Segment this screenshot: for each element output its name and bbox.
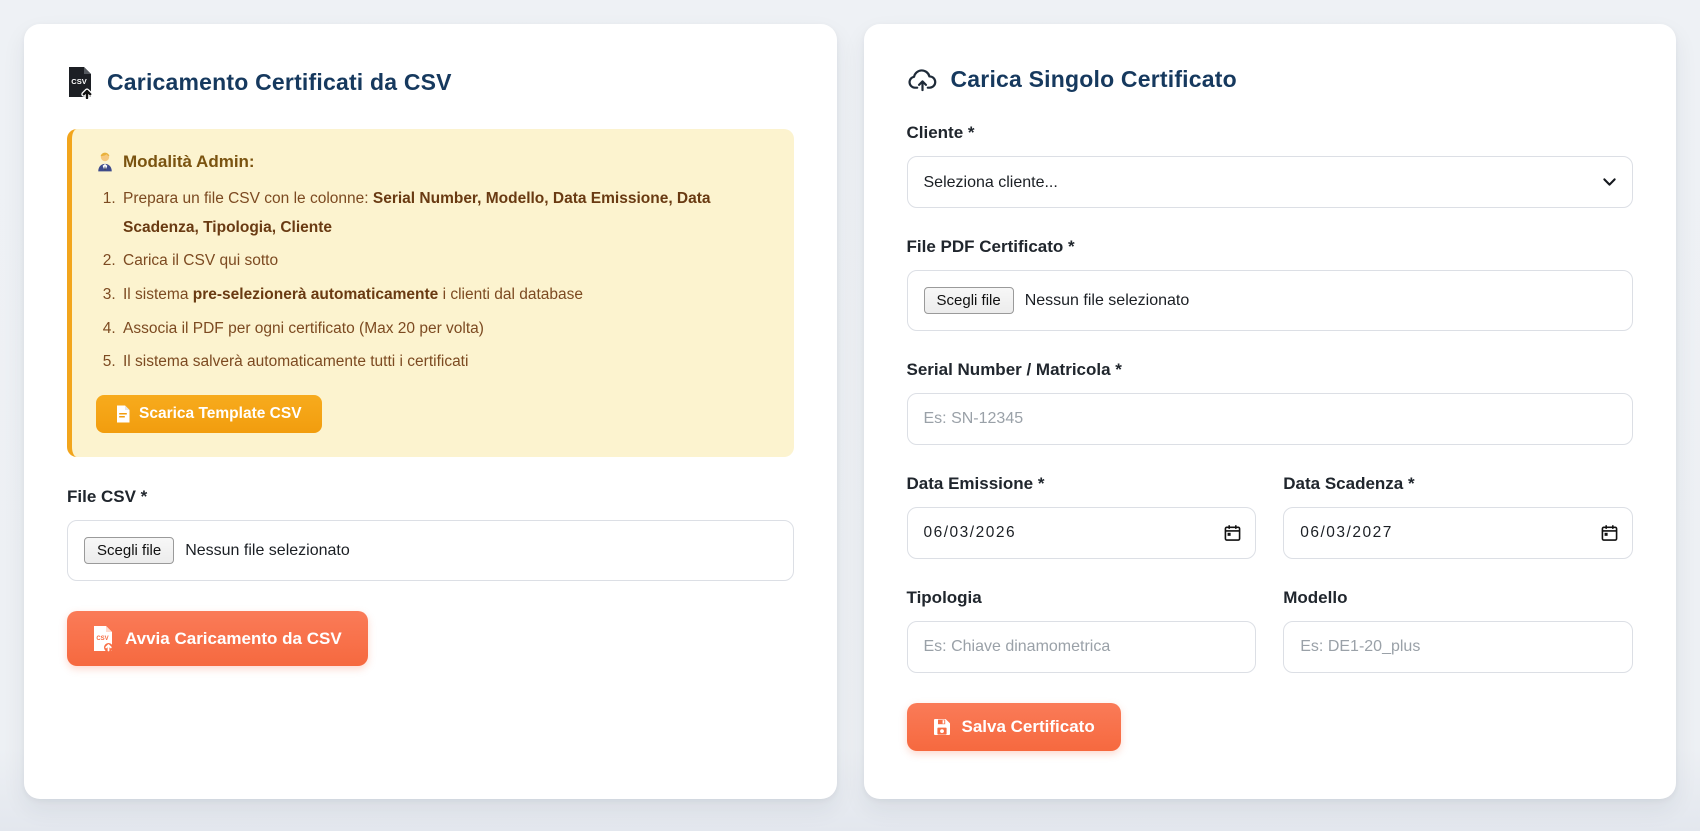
csv-file-input[interactable]: Scegli file Nessun file selezionato [67,520,794,582]
file-pdf-label: File PDF Certificato * [906,237,1075,256]
choose-file-button[interactable]: Scegli file [84,537,175,565]
data-scadenza-wrap [1283,507,1633,559]
list-item: Il sistema pre-selezionerà automaticamen… [120,281,770,310]
file-status-text: Nessun file selezionato [185,541,350,559]
data-scadenza-label: Data Scadenza * [1283,474,1415,493]
download-template-button[interactable]: Scarica Template CSV [96,395,322,434]
modello-label: Modello [1283,588,1348,607]
csv-upload-card: CSV Caricamento Certificati da CSV Modal… [24,24,837,799]
document-icon [117,405,130,423]
tipologia-input[interactable] [906,621,1257,673]
save-certificate-button[interactable]: Salva Certificato [906,703,1121,751]
data-emissione-input[interactable] [906,507,1257,559]
cliente-label: Cliente * [906,123,975,142]
csv-document-icon: CSV [94,626,113,653]
file-status-text: Nessun file selezionato [1024,291,1190,309]
cliente-select[interactable]: Seleziona cliente... [906,156,1633,208]
csv-card-title: Caricamento Certificati da CSV [107,69,452,95]
data-scadenza-input[interactable] [1283,507,1633,559]
data-emissione-wrap [906,507,1257,559]
list-item: Carica il CSV qui sotto [120,247,770,276]
serial-number-input[interactable] [906,393,1633,445]
start-csv-upload-button[interactable]: CSV Avvia Caricamento da CSV [67,611,368,667]
list-item: Il sistema salverà automaticamente tutti… [120,348,770,377]
admin-mode-info-box: Modalità Admin: Prepara un file CSV con … [67,129,794,458]
list-item: Associa il PDF per ogni certificato (Max… [120,315,770,344]
pdf-file-input[interactable]: Scegli file Nessun file selezionato [906,270,1633,331]
page-background: CSV Caricamento Certificati da CSV Modal… [0,0,1700,831]
modello-input[interactable] [1283,621,1633,673]
data-emissione-label: Data Emissione * [906,474,1045,493]
admin-mode-heading: Modalità Admin: [96,151,770,172]
list-item: Prepara un file CSV con le colonne: Seri… [120,185,770,242]
svg-text:CSV: CSV [71,77,86,86]
admin-instructions-list: Prepara un file CSV con le colonne: Seri… [96,185,770,377]
cloud-upload-icon [907,69,936,92]
start-csv-upload-label: Avvia Caricamento da CSV [125,628,342,648]
tipologia-label: Tipologia [906,588,982,607]
save-certificate-label: Salva Certificato [961,717,1095,736]
csv-card-header: CSV Caricamento Certificati da CSV [67,66,794,99]
single-certificate-card: Carica Singolo Certificato Cliente * Sel… [863,24,1676,799]
choose-file-button[interactable]: Scegli file [923,287,1014,314]
serial-number-label: Serial Number / Matricola * [906,360,1122,379]
csv-file-upload-icon: CSV [69,67,93,99]
single-card-title: Carica Singolo Certificato [950,66,1237,92]
file-csv-label: File CSV * [67,487,148,507]
single-card-header: Carica Singolo Certificato [907,66,1634,93]
office-worker-icon [98,152,112,172]
download-template-label: Scarica Template CSV [139,405,302,423]
admin-mode-heading-label: Modalità Admin: [123,151,255,171]
save-floppy-icon [933,719,950,735]
cliente-select-wrap: Seleziona cliente... [906,156,1633,208]
svg-text:CSV: CSV [96,636,108,642]
